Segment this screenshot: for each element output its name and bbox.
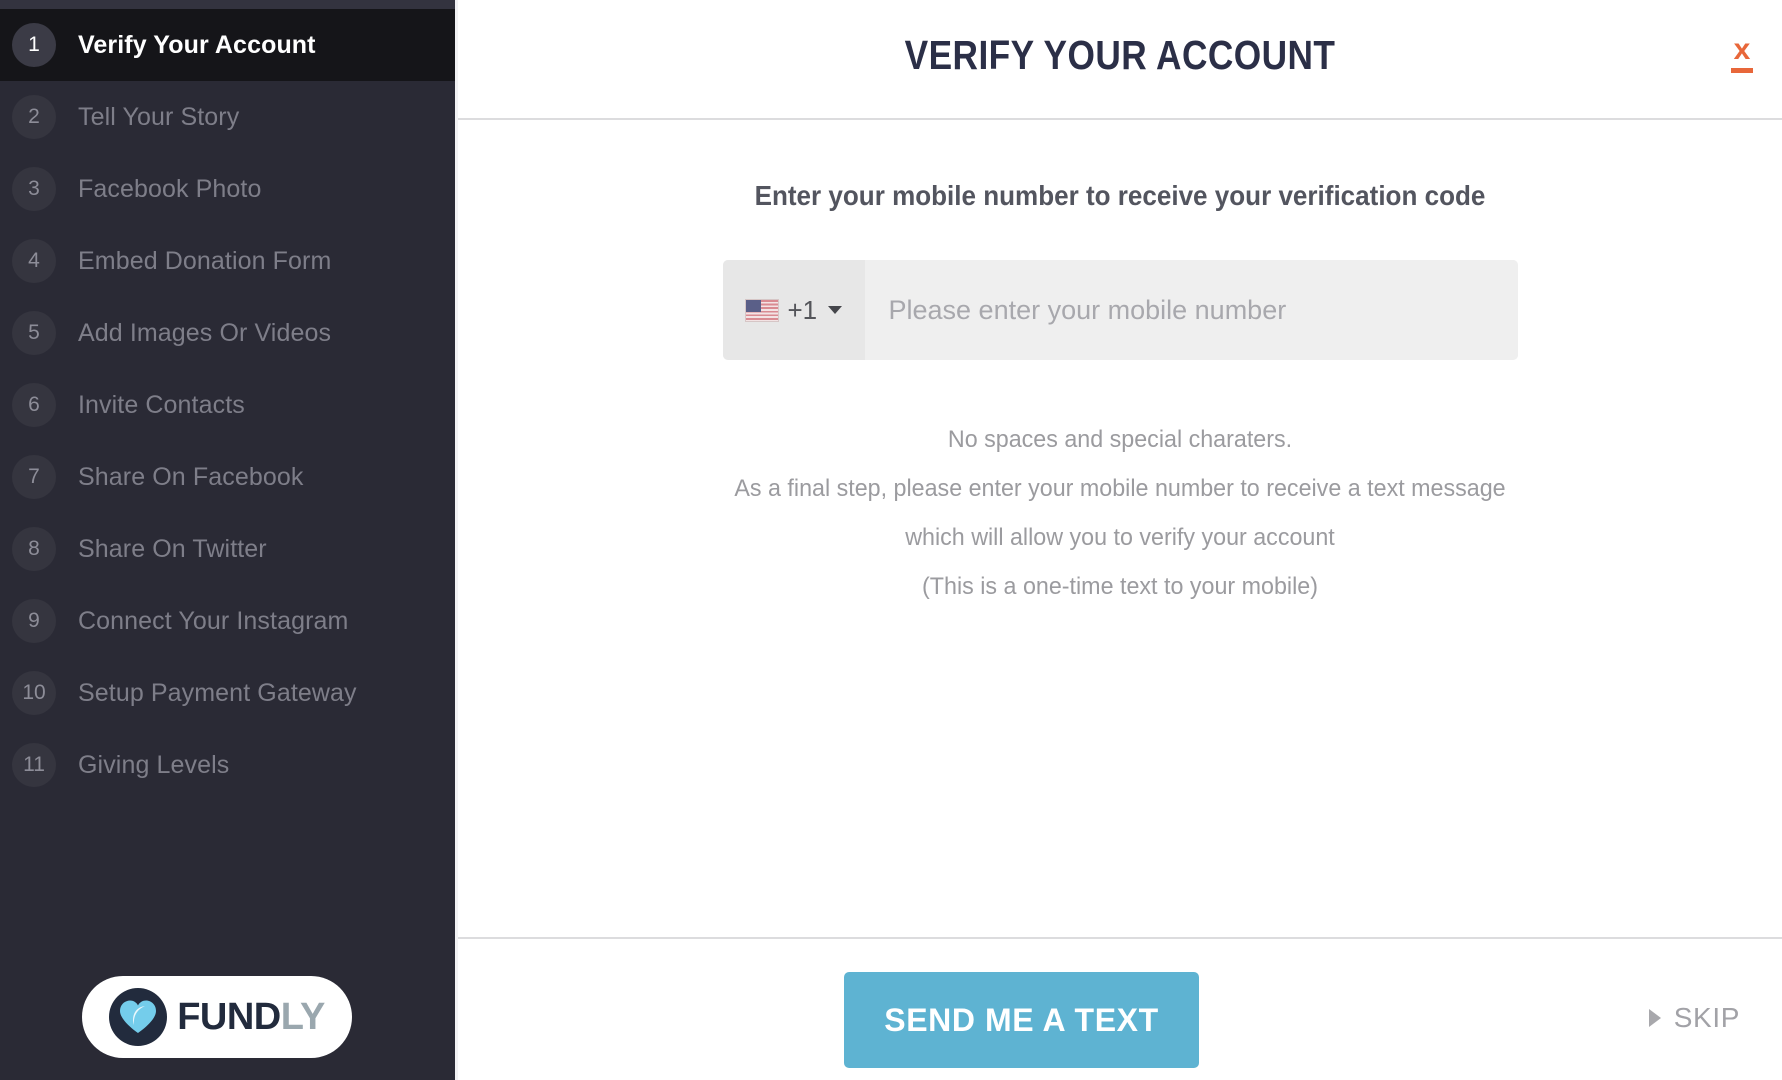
main-panel: VERIFY YOUR ACCOUNT x Enter your mobile … xyxy=(458,0,1782,1080)
step-label: Add Images Or Videos xyxy=(78,318,332,347)
close-icon: x xyxy=(1733,33,1751,66)
step-label: Share On Facebook xyxy=(78,462,304,491)
sidebar: 1 Verify Your Account 2 Tell Your Story 3 Fac… xyxy=(0,0,458,1080)
step-list: 1 Verify Your Account 2 Tell Your Story 3 Fac… xyxy=(0,9,455,976)
step-number-badge: 11 xyxy=(12,743,56,787)
step-number-badge: 10 xyxy=(12,671,56,715)
step-number-badge: 6 xyxy=(12,383,56,427)
dial-code-label: +1 xyxy=(787,295,818,325)
step-label: Share On Twitter xyxy=(78,534,267,563)
phone-input-group: +1 xyxy=(722,260,1518,360)
step-label: Connect Your Instagram xyxy=(78,606,349,635)
close-underline xyxy=(1731,68,1753,73)
chevron-down-icon xyxy=(828,306,843,314)
sidebar-item-tell-your-story[interactable]: 2 Tell Your Story xyxy=(0,81,455,153)
logo-word-primary: FUND xyxy=(177,996,281,1038)
page-title: VERIFY YOUR ACCOUNT xyxy=(904,32,1336,78)
step-label: Verify Your Account xyxy=(78,30,316,59)
step-number-badge: 3 xyxy=(12,167,56,211)
helper-text: No spaces and special charaters. As a fin… xyxy=(458,415,1782,611)
panel-footer: SEND ME A TEXT SKIP xyxy=(458,972,1782,1080)
helper-line: No spaces and special charaters. xyxy=(947,426,1293,453)
step-number-badge: 7 xyxy=(12,455,56,499)
step-number-badge: 8 xyxy=(12,527,56,571)
play-arrow-icon xyxy=(1648,1009,1661,1027)
step-label: Setup Payment Gateway xyxy=(78,678,357,707)
panel-header: VERIFY YOUR ACCOUNT x xyxy=(458,0,1782,120)
sidebar-item-embed-donation-form[interactable]: 4 Embed Donation Form xyxy=(0,225,455,297)
step-number-badge: 1 xyxy=(12,23,56,67)
step-label: Giving Levels xyxy=(78,750,230,779)
step-number-badge: 5 xyxy=(12,311,56,355)
sidebar-top-strip xyxy=(0,0,455,9)
country-code-selector[interactable]: +1 xyxy=(722,260,865,360)
panel-body: Enter your mobile number to receive your… xyxy=(458,120,1782,611)
logo-word-secondary: LY xyxy=(280,996,326,1038)
form-heading: Enter your mobile number to receive your… xyxy=(754,180,1486,211)
close-button[interactable]: x xyxy=(1722,33,1762,73)
sidebar-item-add-images-or-videos[interactable]: 5 Add Images Or Videos xyxy=(0,297,455,369)
step-number-badge: 4 xyxy=(12,239,56,283)
sidebar-item-giving-levels[interactable]: 11 Giving Levels xyxy=(0,729,455,801)
sidebar-item-invite-contacts[interactable]: 6 Invite Contacts xyxy=(0,369,455,441)
helper-line: which will allow you to verify your acco… xyxy=(905,524,1335,551)
sidebar-footer: FUNDLY xyxy=(0,976,455,1080)
sidebar-item-connect-your-instagram[interactable]: 9 Connect Your Instagram xyxy=(0,585,455,657)
step-label: Invite Contacts xyxy=(78,390,245,419)
onboarding-wizard: 1 Verify Your Account 2 Tell Your Story 3 Fac… xyxy=(0,0,1782,1080)
helper-line: (This is a one-time text to your mobile) xyxy=(922,573,1318,600)
phone-row: +1 xyxy=(458,260,1782,360)
send-me-a-text-button[interactable]: SEND ME A TEXT xyxy=(844,972,1199,1068)
sidebar-item-setup-payment-gateway[interactable]: 10 Setup Payment Gateway xyxy=(0,657,455,729)
step-label: Facebook Photo xyxy=(78,174,262,203)
footer-divider xyxy=(458,937,1782,939)
step-label: Tell Your Story xyxy=(78,102,240,131)
fundly-wordmark: FUNDLY xyxy=(177,998,325,1036)
skip-label: SKIP xyxy=(1673,1002,1740,1033)
step-number-badge: 9 xyxy=(12,599,56,643)
sidebar-item-share-on-twitter[interactable]: 8 Share On Twitter xyxy=(0,513,455,585)
skip-link[interactable]: SKIP xyxy=(1648,1002,1740,1034)
sidebar-item-share-on-facebook[interactable]: 7 Share On Facebook xyxy=(0,441,455,513)
heart-icon xyxy=(109,988,168,1046)
fundly-logo[interactable]: FUNDLY xyxy=(82,976,352,1058)
us-flag-icon xyxy=(744,298,779,322)
mobile-number-input[interactable] xyxy=(864,260,1518,360)
step-number-badge: 2 xyxy=(12,95,56,139)
sidebar-item-facebook-photo[interactable]: 3 Facebook Photo xyxy=(0,153,455,225)
step-label: Embed Donation Form xyxy=(78,246,332,275)
sidebar-item-verify-your-account[interactable]: 1 Verify Your Account xyxy=(0,9,455,81)
helper-line: As a final step, please enter your mobil… xyxy=(734,475,1506,502)
